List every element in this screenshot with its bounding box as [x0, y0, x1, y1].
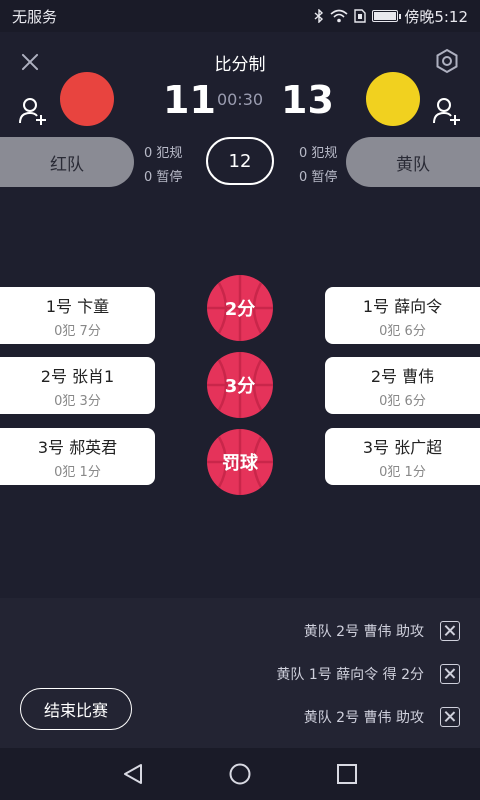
- player-card[interactable]: 3号 张广超 0犯 1分: [325, 428, 480, 485]
- player-name: 2号 曹伟: [370, 366, 435, 386]
- wifi-icon: [330, 9, 348, 23]
- free-throw-button[interactable]: 罚球: [207, 429, 273, 495]
- status-bar: 无服务 傍晚5:12: [0, 0, 480, 32]
- carrier-label: 无服务: [12, 7, 58, 26]
- ball-label: 罚球: [222, 453, 258, 474]
- player-stats: 0犯 7分: [54, 323, 101, 339]
- ball-label: 3分: [224, 376, 256, 397]
- player-card[interactable]: 1号 薛向令 0犯 6分: [325, 287, 480, 344]
- player-name: 1号 薛向令: [362, 296, 443, 316]
- navigation-bar: [0, 748, 480, 800]
- end-game-button[interactable]: 结束比赛: [20, 688, 132, 730]
- game-clock[interactable]: 00:30: [0, 90, 480, 109]
- delete-icon[interactable]: [440, 707, 460, 727]
- settings-icon[interactable]: [434, 48, 460, 74]
- page-title: 比分制: [214, 55, 266, 75]
- player-card[interactable]: 1号 卞童 0犯 7分: [0, 287, 155, 344]
- status-icons: 傍晚5:12: [314, 6, 468, 27]
- team-tab-yellow[interactable]: 黄队: [346, 137, 480, 187]
- bluetooth-icon: [314, 9, 324, 23]
- player-stats: 0犯 1分: [379, 464, 426, 480]
- home-icon[interactable]: [228, 762, 252, 786]
- log-item: 黄队 2号 曹伟 助攻: [304, 621, 460, 641]
- period-button[interactable]: 12: [206, 137, 274, 185]
- player-name: 1号 卞童: [45, 296, 110, 316]
- player-stats: 0犯 1分: [54, 464, 101, 480]
- delete-icon[interactable]: [440, 621, 460, 641]
- player-stats: 0犯 6分: [379, 393, 426, 409]
- two-point-button[interactable]: 2分: [207, 275, 273, 341]
- delete-icon[interactable]: [440, 664, 460, 684]
- team-tab-red[interactable]: 红队: [0, 137, 134, 187]
- log-text: 黄队 2号 曹伟 助攻: [303, 624, 424, 640]
- battery-level: [374, 12, 396, 20]
- timeouts-left: 0 暂停: [144, 170, 183, 185]
- log-item: 黄队 1号 薛向令 得 2分: [276, 664, 460, 684]
- player-name: 3号 张广超: [362, 437, 443, 457]
- player-card[interactable]: 2号 张肖1 0犯 3分: [0, 357, 155, 414]
- recent-apps-icon[interactable]: [335, 762, 359, 786]
- fouls-left: 0 犯规: [144, 146, 183, 161]
- player-name: 3号 郝英君: [37, 437, 118, 457]
- battery-icon: [372, 10, 402, 22]
- sim-icon: [354, 9, 367, 23]
- player-card[interactable]: 2号 曹伟 0犯 6分: [325, 357, 480, 414]
- player-name: 2号 张肖1: [40, 366, 115, 386]
- player-stats: 0犯 3分: [54, 393, 101, 409]
- back-icon[interactable]: [121, 762, 145, 786]
- fouls-right: 0 犯规: [299, 146, 338, 161]
- player-card[interactable]: 3号 郝英君 0犯 1分: [0, 428, 155, 485]
- log-text: 黄队 2号 曹伟 助攻: [303, 710, 424, 726]
- log-text: 黄队 1号 薛向令 得 2分: [276, 667, 424, 683]
- score-right: 13: [281, 78, 334, 122]
- ball-label: 2分: [224, 299, 256, 320]
- timeouts-right: 0 暂停: [299, 170, 338, 185]
- clock-label: 傍晚5:12: [404, 7, 468, 26]
- player-stats: 0犯 6分: [379, 323, 426, 339]
- three-point-button[interactable]: 3分: [207, 352, 273, 418]
- log-item: 黄队 2号 曹伟 助攻: [304, 707, 460, 727]
